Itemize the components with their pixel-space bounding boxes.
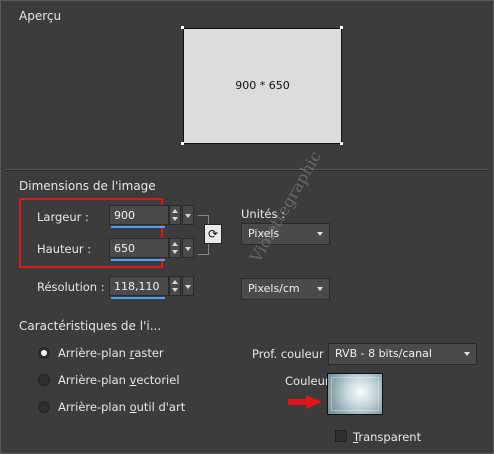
resolution-decrement-icon[interactable]	[172, 288, 178, 292]
dimensions-section-title: Dimensions de l'image	[19, 179, 156, 193]
preview-size-label: 900 * 650	[235, 79, 290, 92]
color-depth-label: Prof. couleur :	[252, 347, 332, 361]
new-image-dialog: Aperçu 900 * 650 Dimensions de l'image L…	[0, 0, 494, 454]
vector-background-label[interactable]: Arrière-plan vectoriel	[58, 373, 180, 387]
color-depth-select[interactable]: RVB - 8 bits/canal	[328, 343, 477, 365]
width-increment-icon[interactable]	[172, 209, 178, 213]
resolution-label: Résolution :	[37, 280, 105, 294]
raster-background-radio[interactable]	[38, 347, 50, 359]
resolution-input[interactable]	[109, 276, 169, 296]
characteristics-section-title: Caractéristiques de l'i...	[19, 319, 162, 333]
height-input-underline	[111, 259, 165, 261]
raster-background-label[interactable]: Arrière-plan raster	[58, 346, 164, 360]
red-arrow-icon	[288, 395, 322, 409]
image-preview: 900 * 650	[183, 28, 342, 144]
chevron-down-icon	[317, 232, 323, 236]
width-label: Largeur :	[37, 210, 89, 224]
color-depth-select-value: RVB - 8 bits/canal	[335, 347, 432, 360]
preview-section-title: Aperçu	[19, 9, 62, 23]
resolution-spinner	[109, 276, 195, 299]
resolution-dropdown-button[interactable]	[182, 276, 194, 296]
preview-corner-handle	[181, 26, 184, 29]
resolution-input-underline	[111, 297, 165, 299]
transparent-label[interactable]: Transparent	[353, 430, 421, 444]
resolution-stepper[interactable]	[169, 276, 181, 296]
height-label: Hauteur :	[37, 242, 92, 256]
resolution-units-select-value: Pixels/cm	[248, 282, 300, 295]
preview-corner-handle	[181, 142, 184, 145]
width-decrement-icon[interactable]	[172, 217, 178, 221]
preview-corner-handle	[340, 26, 343, 29]
aspect-ratio-lock-icon[interactable]: ⟳	[204, 224, 222, 244]
art-media-background-radio[interactable]	[38, 401, 50, 413]
height-dropdown-button[interactable]	[182, 238, 194, 258]
width-spinner	[109, 205, 195, 228]
height-increment-icon[interactable]	[172, 242, 178, 246]
chevron-down-icon	[317, 287, 323, 291]
height-spinner	[109, 238, 195, 261]
height-input[interactable]	[109, 238, 169, 258]
width-dropdown-button[interactable]	[182, 205, 194, 225]
width-stepper[interactable]	[169, 205, 181, 225]
background-color-swatch[interactable]	[327, 373, 383, 415]
width-input[interactable]	[109, 205, 169, 225]
resolution-increment-icon[interactable]	[172, 280, 178, 284]
swatch-inner-border	[331, 377, 379, 411]
height-decrement-icon[interactable]	[172, 250, 178, 254]
chevron-down-icon	[464, 352, 470, 356]
height-stepper[interactable]	[169, 238, 181, 258]
art-media-background-label[interactable]: Arrière-plan outil d'art	[58, 400, 185, 414]
preview-corner-handle	[340, 142, 343, 145]
vector-background-radio[interactable]	[38, 374, 50, 386]
section-divider-shadow	[5, 170, 489, 171]
width-input-underline	[111, 226, 165, 228]
resolution-units-select[interactable]: Pixels/cm	[241, 278, 330, 300]
transparent-checkbox[interactable]	[335, 430, 347, 442]
